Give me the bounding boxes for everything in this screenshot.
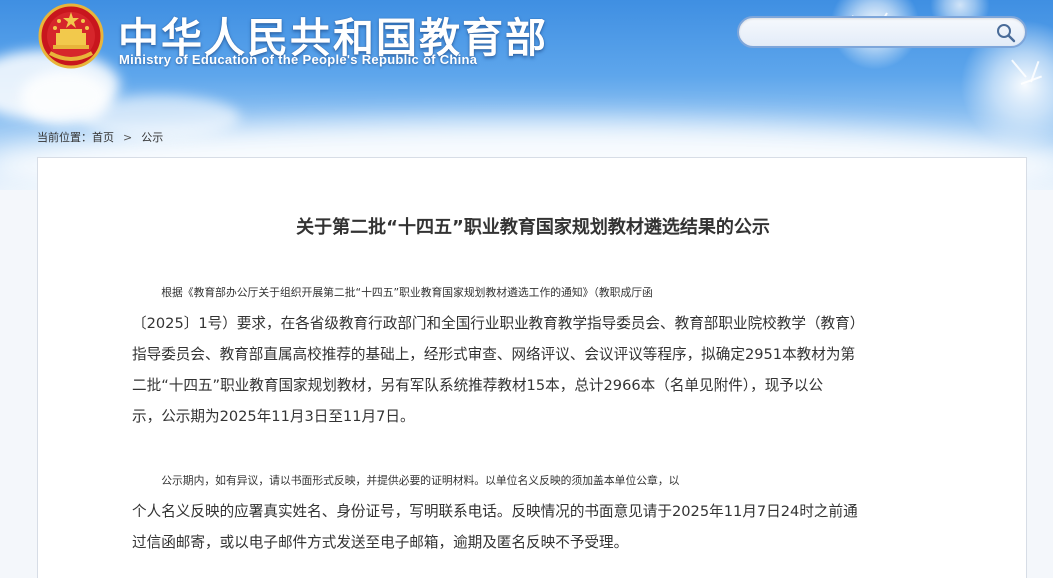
paragraph-line: 过信函邮寄，或以电子邮件方式发送至电子邮箱，逾期及匿名反映不予受理。 [132,534,629,551]
article-title: 关于第二批“十四五”职业教育国家规划教材遴选结果的公示 [296,217,770,238]
breadcrumb-current-link[interactable]: 公示 [141,131,163,144]
article-card: 关于第二批“十四五”职业教育国家规划教材遴选结果的公示 根据《教育部办公厅关于组… [37,157,1027,578]
search-input[interactable] [751,22,991,44]
breadcrumb: 当前位置：首页 > 公示 [37,129,163,145]
paragraph-line: 〔2025〕1号）要求，在各省级教育行政部门和全国行业职业教育教学指导委员会、教… [132,315,865,332]
site-subtitle: Ministry of Education of the People's Re… [119,52,478,67]
search-box [737,16,1027,48]
paragraph-line: 个人名义反映的应署真实姓名、身份证号，写明联系电话。反映情况的书面意见请于202… [132,503,858,520]
paragraph-line: 示，公示期为2025年11月3日至11月7日。 [132,408,415,425]
national-emblem-icon [38,3,104,69]
paragraph-line: 根据《教育部办公厅关于组织开展第二批“十四五”职业教育国家规划教材遴选工作的通知… [161,286,653,299]
paragraph-line: 指导委员会、教育部直属高校推荐的基础上，经形式审查、网络评议、会议评议等程序，拟… [132,346,856,363]
article-paragraph-2: 公示期内，如有异议，请以书面形式反映，并提供必要的证明材料。以单位名义反映的须加… [132,465,942,558]
breadcrumb-separator: > [123,131,133,144]
paragraph-line: 公示期内，如有异议，请以书面形式反映，并提供必要的证明材料。以单位名义反映的须加… [161,474,680,487]
article-paragraph-1: 根据《教育部办公厅关于组织开展第二批“十四五”职业教育国家规划教材遴选工作的通知… [132,277,942,432]
breadcrumb-prefix: 当前位置： [37,131,92,144]
breadcrumb-home-link[interactable]: 首页 [92,131,114,144]
search-icon[interactable] [995,22,1017,44]
page: 中华人民共和国教育部 Ministry of Education of the … [0,0,1053,578]
paragraph-line: 二批“十四五”职业教育国家规划教材，另有军队系统推荐教材15本，总计2966本（… [132,377,824,394]
